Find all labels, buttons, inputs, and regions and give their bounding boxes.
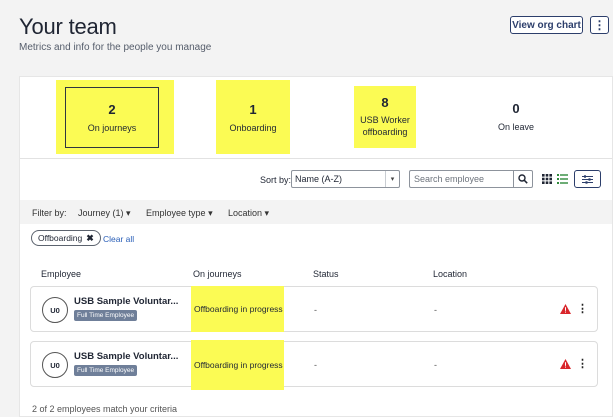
sort-select-value: Name (A-Z) bbox=[295, 174, 342, 184]
employee-type-filter-label: Employee type bbox=[146, 208, 206, 218]
chevron-down-icon: ▾ bbox=[208, 208, 213, 218]
chevron-down-icon: ▾ bbox=[264, 208, 270, 218]
stat-on-journeys-selected-box: 2 On journeys bbox=[65, 87, 159, 148]
row-more-options-button[interactable]: ⋮ bbox=[577, 357, 588, 370]
employee-name[interactable]: USB Sample Voluntar... bbox=[74, 296, 178, 307]
results-count: 2 of 2 employees match your criteria bbox=[32, 404, 178, 414]
warning-icon bbox=[560, 359, 571, 369]
location-filter-label: Location bbox=[228, 208, 263, 218]
chip-label: Offboarding bbox=[38, 233, 83, 243]
employee-type-badge: Full Time Employee bbox=[74, 365, 138, 376]
avatar: U0 bbox=[42, 352, 68, 378]
stat-label: On leave bbox=[497, 121, 535, 132]
grid-view-icon[interactable] bbox=[542, 174, 552, 184]
journey-filter-label: Journey (1) bbox=[78, 208, 124, 218]
location-cell: - bbox=[434, 360, 437, 370]
stat-onboarding[interactable]: 1 Onboarding bbox=[216, 80, 290, 154]
avatar: U0 bbox=[42, 297, 68, 323]
clear-all-link[interactable]: Clear all bbox=[103, 234, 134, 244]
search-input[interactable] bbox=[409, 170, 513, 188]
status-cell: - bbox=[314, 360, 317, 370]
table-row[interactable]: U0 USB Sample Voluntar... Full Time Empl… bbox=[30, 340, 598, 390]
location-cell: - bbox=[434, 305, 437, 315]
active-filter-chip: Offboarding ✖ bbox=[31, 230, 101, 246]
stat-label: On journeys bbox=[87, 123, 137, 133]
journey-cell: Offboarding in progress bbox=[191, 286, 284, 332]
sort-by-label: Sort by: bbox=[260, 175, 292, 185]
page-title: Your team bbox=[19, 14, 117, 39]
employee-type-filter-dropdown[interactable]: Employee type ▾ bbox=[146, 208, 213, 219]
stat-on-leave[interactable]: 0 On leave bbox=[487, 86, 545, 146]
more-options-button[interactable]: ⋮ bbox=[590, 16, 609, 34]
journey-cell: Offboarding in progress bbox=[191, 340, 284, 390]
filter-by-label: Filter by: bbox=[32, 208, 67, 218]
sort-select[interactable]: Name (A-Z) ▾ bbox=[291, 170, 400, 188]
stat-label-line1: USB Worker bbox=[360, 115, 410, 126]
column-header-employee: Employee bbox=[41, 269, 82, 279]
employee-name[interactable]: USB Sample Voluntar... bbox=[74, 351, 178, 362]
stat-value: 1 bbox=[249, 101, 257, 117]
search-icon bbox=[518, 174, 528, 184]
column-header-status: Status bbox=[313, 269, 339, 279]
stat-label-line2: offboarding bbox=[362, 126, 408, 137]
stat-on-journeys[interactable]: 2 On journeys bbox=[56, 80, 174, 154]
employee-type-badge: Full Time Employee bbox=[74, 310, 138, 321]
close-icon[interactable]: ✖ bbox=[86, 233, 94, 244]
journey-filter-dropdown[interactable]: Journey (1) ▾ bbox=[78, 208, 131, 219]
column-header-on-journeys: On journeys bbox=[193, 269, 242, 279]
stat-label: Onboarding bbox=[229, 122, 277, 133]
view-org-chart-button[interactable]: View org chart bbox=[510, 16, 583, 34]
list-view-icon[interactable] bbox=[557, 174, 568, 184]
chevron-down-icon: ▾ bbox=[385, 171, 399, 187]
stat-value: 8 bbox=[381, 95, 389, 111]
status-cell: - bbox=[314, 305, 317, 315]
table-row[interactable]: U0 USB Sample Voluntar... Full Time Empl… bbox=[30, 286, 598, 332]
stat-value: 2 bbox=[108, 102, 116, 117]
divider bbox=[20, 158, 612, 159]
chevron-down-icon: ▾ bbox=[126, 208, 131, 218]
filter-toggle-button[interactable] bbox=[574, 170, 601, 188]
stat-value: 0 bbox=[512, 100, 520, 116]
page-subtitle: Metrics and info for the people you mana… bbox=[19, 42, 212, 53]
location-filter-dropdown[interactable]: Location ▾ bbox=[228, 208, 269, 219]
warning-icon bbox=[560, 304, 571, 314]
stat-usb-worker-offboarding[interactable]: 8 USB Worker offboarding bbox=[354, 86, 416, 148]
column-header-location: Location bbox=[433, 269, 468, 279]
row-more-options-button[interactable]: ⋮ bbox=[577, 302, 588, 315]
search-button[interactable] bbox=[513, 170, 533, 188]
sliders-icon bbox=[582, 174, 593, 184]
